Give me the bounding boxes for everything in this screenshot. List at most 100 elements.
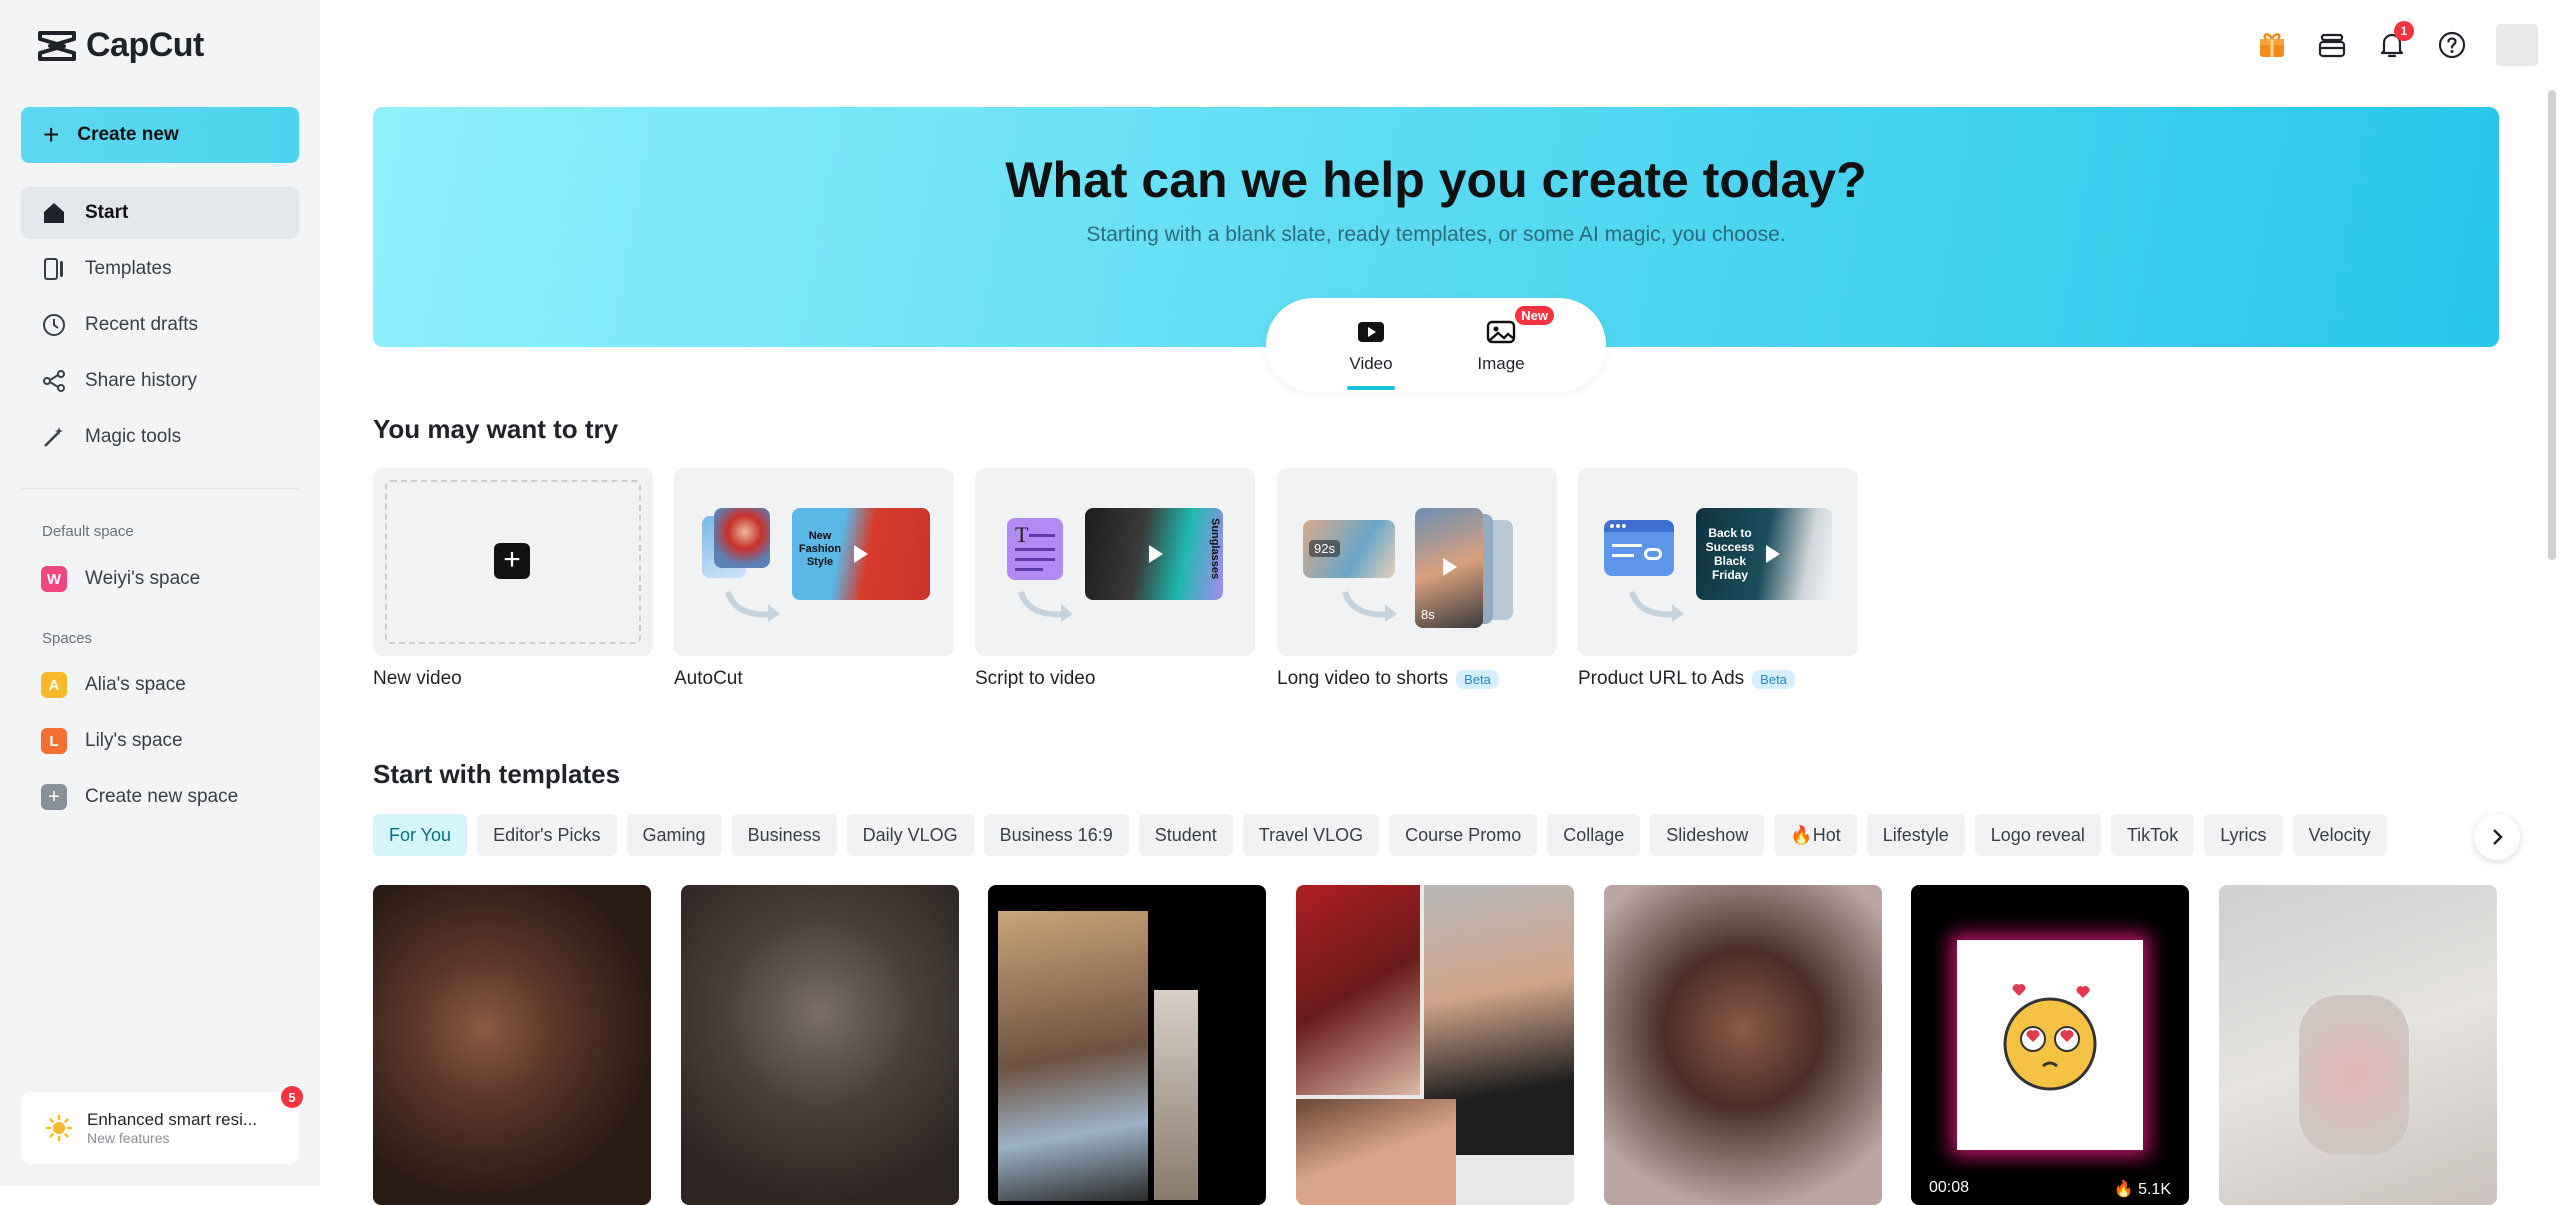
top-toolbar: 1 [2256,21,2538,66]
create-new-space-label: Create new space [85,786,239,807]
template-photo [1296,1099,1456,1205]
sidebar-nav: Start Templates Recent drafts Share hist… [21,187,299,467]
browser-link-icon [1604,520,1674,576]
autocut-card[interactable]: New Fashion Style [674,468,954,656]
chip-daily-vlog[interactable]: Daily VLOG [846,814,974,856]
template-card[interactable] [1296,885,1574,1205]
templates-section-title: Start with templates [373,759,621,789]
create-new-label: Create new [77,124,179,145]
try-card-label: New video [373,668,462,690]
card-title: New video [373,668,462,689]
space-item-weiyi[interactable]: W Weiyi's space [21,553,299,605]
notification-count-badge: 1 [2394,21,2414,41]
sidebar-divider [21,488,299,489]
thumbnail-caption: Back to Success Black Friday [1705,526,1755,582]
play-icon [1766,545,1780,563]
chips-next-button[interactable] [2474,814,2520,860]
chip-collage[interactable]: Collage [1547,814,1641,856]
template-duration: 00:08 [1929,1179,1970,1196]
sidebar-item-label: Recent drafts [85,314,198,335]
new-video-card[interactable]: + [373,468,653,656]
script-to-video-card[interactable]: T Sunglasses [975,468,1255,656]
template-likes: 🔥 5.1K [2113,1181,2171,1198]
chip-course-promo[interactable]: Course Promo [1389,814,1538,856]
image-icon [1486,320,1516,344]
chip-lyrics[interactable]: Lyrics [2204,814,2283,856]
tab-label: Image [1477,354,1525,373]
play-icon [1443,558,1457,576]
chip-gaming[interactable]: Gaming [626,814,722,856]
template-category-chips: For You Editor's Picks Gaming Business D… [373,814,2387,856]
plus-icon: + [494,543,530,579]
plus-icon: + [43,119,60,150]
chip-logo-reveal[interactable]: Logo reveal [1974,814,2101,856]
gift-icon[interactable] [2256,29,2288,61]
share-icon [43,370,65,392]
chip-student[interactable]: Student [1138,814,1233,856]
tab-video[interactable]: Video [1326,316,1416,390]
promo-text: Enhanced smart resi... New features [87,1110,287,1146]
sidebar-item-label: Templates [85,258,172,279]
template-card[interactable] [373,885,651,1205]
create-new-button[interactable]: + Create new [21,107,299,163]
card-title: AutoCut [674,668,743,689]
play-icon [854,545,868,563]
thumbnail: Back to Success Black Friday [1696,508,1832,600]
chip-hot[interactable]: 🔥Hot [1774,814,1857,856]
sidebar-item-start[interactable]: Start [21,187,299,239]
template-photo [2299,995,2409,1155]
chip-travel-vlog[interactable]: Travel VLOG [1242,814,1380,856]
capcut-logo-icon [38,30,76,61]
hero-subtitle: Starting with a blank slate, ready templ… [1086,223,1786,246]
magic-wand-icon [44,427,63,447]
arrow-icon [725,590,780,622]
sidebar-item-share-history[interactable]: Share history [21,355,299,407]
space-item-alia[interactable]: A Alia's space [21,659,299,711]
help-icon[interactable] [2436,29,2468,61]
new-badge: New [1515,306,1554,325]
long-video-to-shorts-card[interactable]: 92s 8s [1277,468,1557,656]
sidebar-item-recent-drafts[interactable]: Recent drafts [21,299,299,351]
promo-title: Enhanced smart resi... [87,1110,258,1129]
template-frame [1957,940,2143,1150]
space-name: Weiyi's space [85,568,201,589]
try-card-label: Product URL to Ads Beta [1578,668,1795,690]
template-card[interactable] [988,885,1266,1205]
notifications-button[interactable]: 1 [2376,21,2414,61]
chip-editors-picks[interactable]: Editor's Picks [477,814,617,856]
capcut-logo[interactable]: CapCut [36,26,204,65]
chip-velocity[interactable]: Velocity [2292,814,2387,856]
chip-lifestyle[interactable]: Lifestyle [1866,814,1965,856]
template-card[interactable] [681,885,959,1205]
create-new-space-button[interactable]: + Create new space [21,771,299,823]
sidebar-item-magic-tools[interactable]: Magic tools [21,411,299,463]
tab-image[interactable]: Image New [1456,306,1554,374]
sun-icon [45,1114,73,1142]
page-scrollbar[interactable] [2548,90,2556,560]
space-avatar: L [41,728,67,754]
template-card[interactable] [2219,885,2497,1205]
thumbnail: New Fashion Style [792,508,930,600]
chip-slideshow[interactable]: Slideshow [1650,814,1765,856]
user-avatar[interactable] [2496,24,2538,66]
template-card[interactable] [1604,885,1882,1205]
template-card[interactable]: 00:08 🔥 5.1K [1911,885,2189,1205]
product-url-to-ads-card[interactable]: Back to Success Black Friday [1578,468,1858,656]
sidebar-item-templates[interactable]: Templates [21,243,299,295]
sidebar-item-label: Magic tools [85,426,182,447]
template-photo [1154,990,1198,1200]
stack-icon[interactable] [2316,29,2348,61]
chip-tiktok[interactable]: TikTok [2110,814,2195,856]
thumbnail: 8s [1415,508,1483,628]
space-item-lily[interactable]: L Lily's space [21,715,299,767]
duration-label: 8s [1421,607,1435,622]
feature-promo-card[interactable]: Enhanced smart resi... New features 5 [21,1086,303,1164]
chip-business[interactable]: Business [731,814,837,856]
chip-for-you[interactable]: For You [373,814,468,856]
chip-business-16-9[interactable]: Business 16:9 [983,814,1129,856]
templates-icon [44,258,63,280]
home-icon [44,203,64,223]
thumbnail-caption: New Fashion Style [798,530,842,568]
default-space-label: Default space [42,523,134,540]
thumbnail [714,508,770,568]
